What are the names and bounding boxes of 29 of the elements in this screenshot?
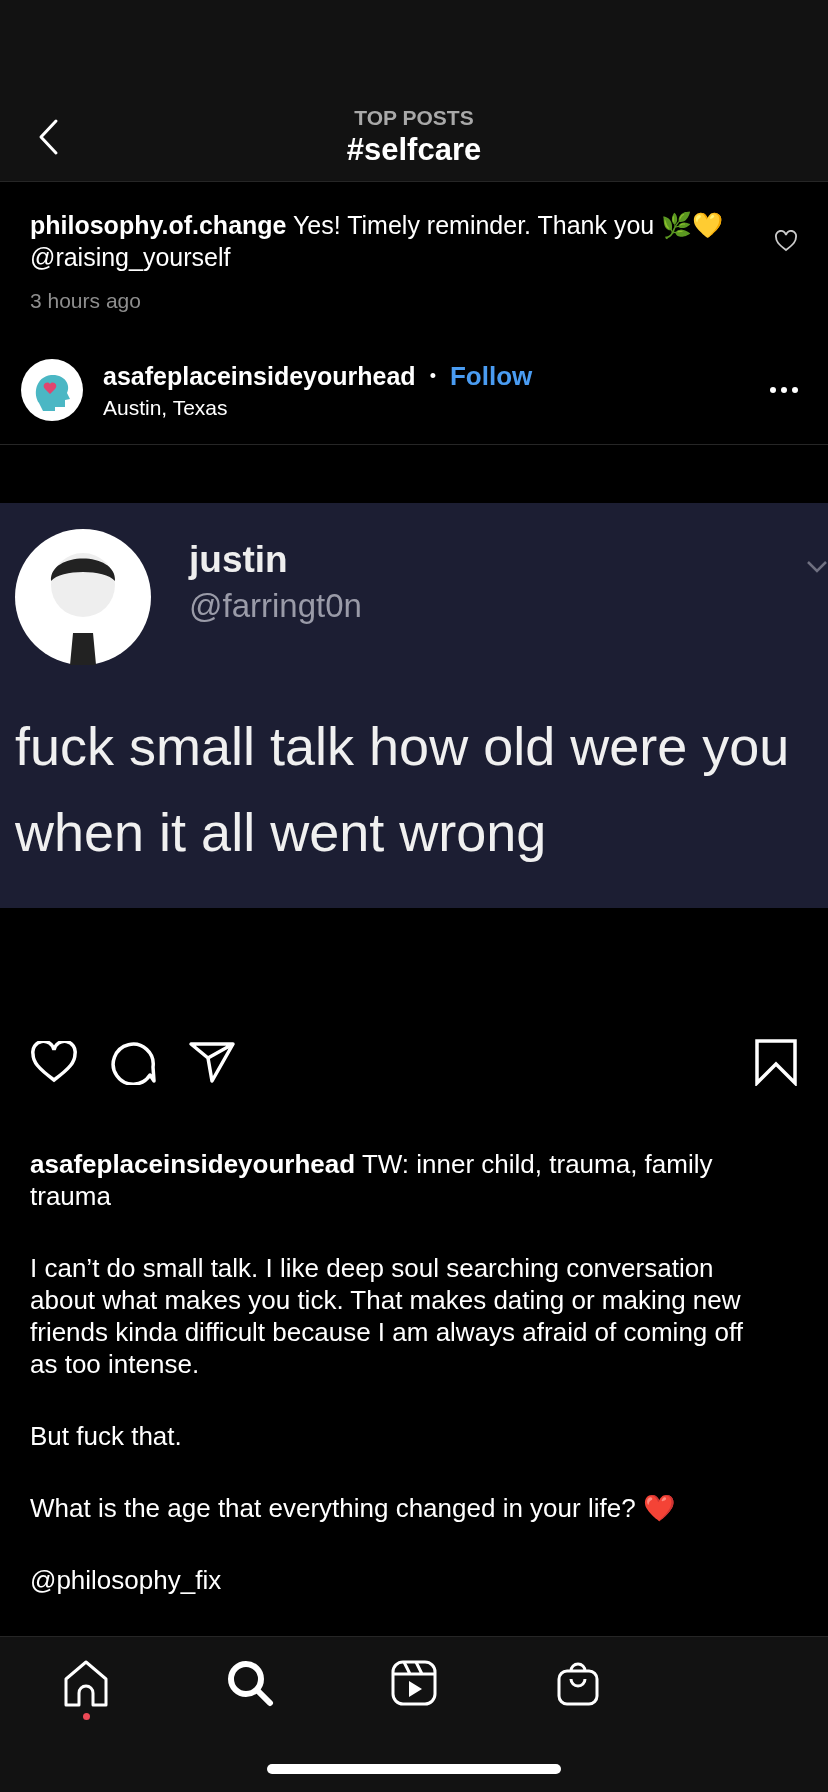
search-icon[interactable]	[226, 1659, 274, 1708]
follow-button[interactable]: Follow	[449, 360, 533, 392]
back-icon[interactable]	[37, 118, 59, 156]
home-icon[interactable]	[62, 1659, 110, 1708]
heart-icon[interactable]	[30, 1041, 78, 1084]
avatar-icon	[15, 529, 151, 666]
tweet-text: fuck small talk how old were you when it all went wrong	[15, 715, 791, 865]
location[interactable]: Austin, Texas	[103, 395, 770, 420]
bookmark-icon[interactable]	[754, 1038, 798, 1087]
caption-text: @philosophy_fix	[30, 1564, 223, 1597]
more-icon[interactable]	[770, 387, 798, 394]
caption-text: What is the age that everything changed in your life? ❤	[30, 1492, 676, 1525]
caption-text: asafeplaceinsideyourhead TW: inner child, trauma, family trauma	[30, 1148, 714, 1213]
send-icon[interactable]	[188, 1040, 236, 1085]
username[interactable]: asafeplaceinsideyourhead	[103, 361, 416, 391]
header-title: #selfcare	[346, 132, 482, 168]
comment-icon[interactable]	[110, 1039, 156, 1086]
caption-text: I can’t do small talk. I like deep soul searching conversation about what makes you tick. That makes dating or making new friends kinda difficult because I am always afraid of coming off as too intense.	[30, 1252, 744, 1381]
tweet-author: justin	[189, 539, 289, 582]
avatar-icon[interactable]	[21, 359, 83, 422]
chevron-icon	[806, 560, 828, 575]
header-subtitle: TOP POSTS	[354, 106, 474, 130]
comment-text: philosophy.of.change Yes! Timely reminder. Thank you 🌿💛 @raising_yourself	[30, 210, 725, 274]
caption-text: But fuck that.	[30, 1420, 183, 1453]
reels-icon[interactable]	[390, 1659, 438, 1708]
comment-time: 3 hours ago	[29, 288, 142, 314]
tweet-handle: @farringt0n	[189, 587, 363, 626]
separator: •	[429, 365, 436, 387]
heart-icon[interactable]	[774, 230, 798, 253]
